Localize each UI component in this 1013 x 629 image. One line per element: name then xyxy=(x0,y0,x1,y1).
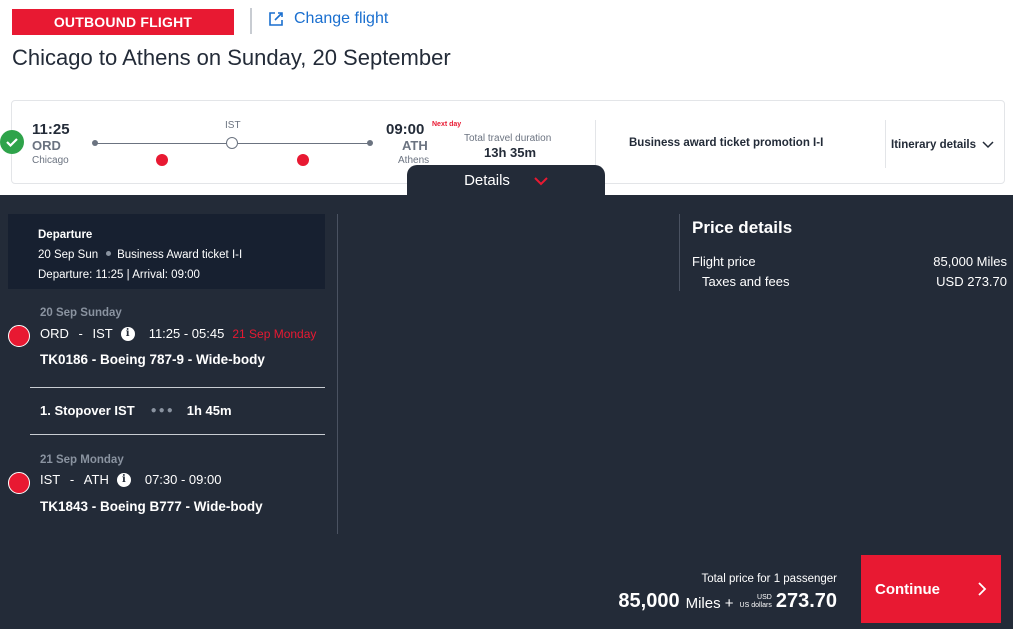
departure-arrival-times: Departure: 11:25 | Arrival: 09:00 xyxy=(38,269,200,281)
segment-flight-info: TK1843 - Boeing B777 - Wide-body xyxy=(40,499,263,514)
duration-label: Total travel duration xyxy=(464,133,552,144)
chevron-right-icon xyxy=(978,582,987,596)
flight-price-value: 85,000 Miles xyxy=(933,254,1007,269)
segment-destination: ATH xyxy=(83,472,109,487)
stopover-info: 1. Stopover IST ●●● 1h 45m xyxy=(40,403,232,418)
chevron-down-icon xyxy=(534,176,548,185)
departure-heading: Departure xyxy=(38,229,93,241)
total-price-label: Total price for 1 passenger xyxy=(701,573,837,585)
departure-code: ORD xyxy=(32,138,61,153)
departure-summary-box: Departure 20 Sep Sun Business Award ticke… xyxy=(8,214,325,289)
stop-code: IST xyxy=(225,120,241,131)
price-details-title: Price details xyxy=(692,218,793,237)
change-flight-link[interactable]: Change flight xyxy=(268,10,388,28)
fare-type: Business award ticket promotion I-I xyxy=(629,137,824,149)
details-tab[interactable]: Details xyxy=(407,165,605,196)
segment-flight-info: TK0186 - Boeing 787-9 - Wide-body xyxy=(40,352,265,367)
departure-time: 11:25 xyxy=(32,121,70,138)
route-line-first xyxy=(95,143,227,144)
segment-origin: ORD xyxy=(40,326,69,341)
travel-duration: 13h 35m xyxy=(484,145,537,160)
segment-divider xyxy=(30,434,325,435)
route-end-dot xyxy=(367,140,373,146)
header-divider xyxy=(250,8,252,34)
continue-button[interactable]: Continue xyxy=(861,555,1001,623)
airline-logo-icon xyxy=(8,472,30,494)
page-title: Chicago to Athens on Sunday, 20 Septembe… xyxy=(12,45,451,70)
segment-date: 20 Sep Sunday xyxy=(40,307,122,319)
flight-price-label: Flight price xyxy=(692,254,756,269)
segment-times: 07:30 - 09:00 xyxy=(144,472,222,487)
segment-route: ORD - IST i 11:25 - 05:45 21 Sep Monday xyxy=(40,326,316,341)
card-divider xyxy=(885,120,886,168)
total-price: 85,000 Miles + USD US dollars 273.70 xyxy=(618,590,837,613)
departure-date: 20 Sep Sun xyxy=(38,249,99,261)
route-dash: - xyxy=(74,326,87,341)
taxes-value: USD 273.70 xyxy=(936,274,1007,289)
route-line-second xyxy=(238,143,370,144)
change-flight-label: Change flight xyxy=(294,10,389,27)
airline-logo-icon xyxy=(156,154,168,166)
arrival-time: 09:00 xyxy=(386,121,425,138)
outbound-flight-badge: OUTBOUND FLIGHT xyxy=(12,9,234,35)
segment-date: 21 Sep Monday xyxy=(40,454,124,466)
segment-origin: IST xyxy=(40,472,61,487)
miles-unit: Miles + xyxy=(685,595,734,612)
total-amount: 273.70 xyxy=(775,590,837,612)
price-divider xyxy=(679,214,680,291)
stopover-label: 1. Stopover IST xyxy=(40,403,135,418)
continue-label: Continue xyxy=(875,580,940,598)
itinerary-details-toggle[interactable]: Itinerary details xyxy=(891,139,994,151)
chevron-down-icon xyxy=(982,141,994,149)
edit-icon xyxy=(269,12,283,26)
airline-logo-icon xyxy=(8,325,30,347)
segment-route: IST - ATH i 07:30 - 09:00 xyxy=(40,472,221,487)
arrival-date-note: 21 Sep Monday xyxy=(232,326,317,341)
info-icon[interactable]: i xyxy=(116,472,131,487)
airline-logo-icon xyxy=(297,154,309,166)
info-icon[interactable]: i xyxy=(120,326,135,341)
segment-times: 11:25 - 05:45 xyxy=(148,326,225,341)
segment-destination: IST xyxy=(92,326,113,341)
departure-date-line: 20 Sep Sun Business Award ticket I-I xyxy=(38,245,325,265)
selected-check-icon xyxy=(0,130,24,154)
stop-marker xyxy=(226,137,238,149)
details-tab-label: Details xyxy=(464,172,510,189)
currency-label: USD US dollars xyxy=(739,594,772,609)
stopover-duration: 1h 45m xyxy=(186,403,232,418)
segment-divider xyxy=(30,387,325,388)
card-divider xyxy=(595,120,596,168)
ticket-type: Business Award ticket I-I xyxy=(117,249,243,261)
next-day-note: Next day xyxy=(432,121,462,128)
stopover-dots: ●●● xyxy=(150,405,175,416)
itinerary-details-label: Itinerary details xyxy=(891,139,977,151)
column-divider xyxy=(337,214,338,534)
departure-city: Chicago xyxy=(32,155,69,166)
total-miles: 85,000 xyxy=(618,590,680,612)
route-dash: - xyxy=(66,472,78,487)
arrival-code: ATH xyxy=(402,138,428,153)
taxes-label: Taxes and fees xyxy=(702,274,790,289)
bullet-separator xyxy=(106,251,112,256)
